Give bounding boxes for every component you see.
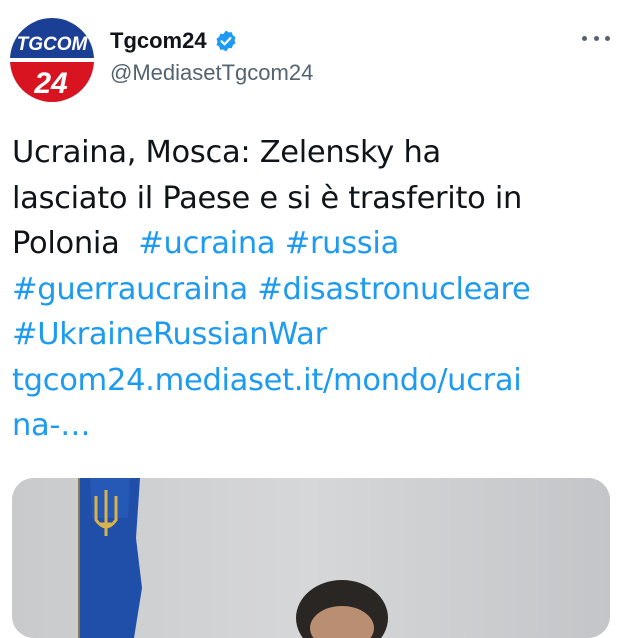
tweet-line: tgcom24.mediaset.it/mondo/ucrai bbox=[12, 358, 612, 404]
hashtag-link[interactable]: #UkraineRussianWar bbox=[12, 317, 327, 352]
tweet-line: #UkraineRussianWar bbox=[12, 312, 612, 358]
tweet-text: Ucraina, Mosca: Zelensky ha lasciato il … bbox=[12, 130, 612, 449]
hashtag-link[interactable]: #guerraucraina bbox=[12, 272, 248, 307]
tweet-text-segment: Polonia bbox=[12, 226, 120, 261]
logo-text-bottom: 24 bbox=[33, 67, 68, 100]
author-name-row: Tgcom24 bbox=[110, 26, 313, 56]
more-options-icon[interactable] bbox=[582, 28, 610, 48]
logo-text-top: TGCOM bbox=[17, 34, 89, 55]
tweet-author: Tgcom24 @MediasetTgcom24 bbox=[110, 26, 313, 86]
tgcom24-logo: TGCOM 24 bbox=[10, 18, 94, 102]
author-name[interactable]: Tgcom24 bbox=[110, 28, 207, 54]
hashtag-link[interactable]: #ucraina bbox=[138, 226, 275, 261]
media-photo bbox=[12, 478, 610, 638]
tweet-line: lasciato il Paese e si è trasferito in bbox=[12, 180, 523, 216]
tweet-media-image[interactable] bbox=[12, 478, 610, 638]
tweet-line: Polonia #ucraina #russia bbox=[12, 221, 612, 267]
avatar[interactable]: TGCOM 24 bbox=[10, 18, 94, 102]
author-handle[interactable]: @MediasetTgcom24 bbox=[110, 60, 313, 86]
tweet-line: #guerraucraina #disastronucleare bbox=[12, 267, 612, 313]
tweet-line: na-… bbox=[12, 403, 612, 449]
url-link[interactable]: na-… bbox=[12, 408, 91, 443]
verified-badge-icon bbox=[214, 29, 238, 53]
url-link[interactable]: tgcom24.mediaset.it/mondo/ucrai bbox=[12, 363, 522, 398]
tweet-line: Ucraina, Mosca: Zelensky ha bbox=[12, 135, 441, 170]
hashtag-link[interactable]: #disastronucleare bbox=[257, 272, 531, 307]
hashtag-link[interactable]: #russia bbox=[285, 226, 400, 261]
